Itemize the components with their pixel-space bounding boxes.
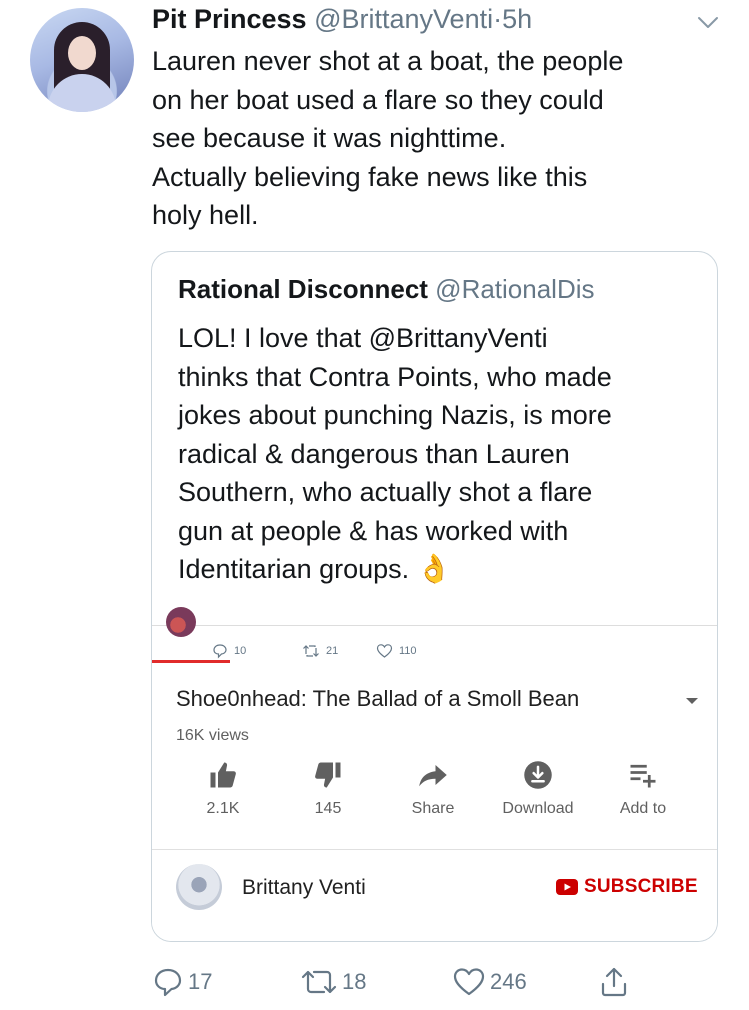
tweet-action-bar: 17 18 246 <box>0 966 749 1006</box>
mini-like-stat: 110 <box>376 643 417 659</box>
subscribe-label: SUBSCRIBE <box>584 876 698 897</box>
header-separator: · <box>493 4 503 34</box>
subscribe-button: SUBSCRIBE <box>556 876 698 898</box>
reply-count: 17 <box>188 969 213 994</box>
mini-heart-icon <box>376 644 393 658</box>
channel-name: Brittany Venti <box>242 876 366 899</box>
share-arrow-icon <box>419 765 447 787</box>
quoted-text: LOL! I love that @BrittanyVenti thinks t… <box>178 319 708 589</box>
thumbs-down-icon <box>315 762 341 788</box>
channel-avatar <box>176 864 222 910</box>
share-label: Share <box>411 800 455 817</box>
video-views: 16K views <box>176 727 249 744</box>
media-divider <box>152 625 717 626</box>
channel-divider <box>152 849 717 850</box>
mini-reply-icon <box>213 644 227 659</box>
mini-reply-count: 10 <box>234 645 247 657</box>
dislike-video-action: 145 <box>283 760 373 818</box>
tweet-time[interactable]: 5h <box>502 4 532 34</box>
add-to-playlist-action: Add to <box>598 760 688 818</box>
download-label: Download <box>502 800 574 817</box>
retweet-icon <box>301 970 337 994</box>
expand-description-icon <box>686 698 698 704</box>
youtube-logo-icon <box>556 879 578 895</box>
quoted-header: Rational Disconnect @RationalDis <box>178 274 595 305</box>
author-avatar[interactable] <box>30 8 134 112</box>
add-to-label: Add to <box>619 800 667 817</box>
cropped-avatar <box>166 607 196 637</box>
share-button[interactable] <box>598 966 630 998</box>
author-name[interactable]: Pit Princess <box>152 4 307 34</box>
thumbs-up-icon <box>210 762 236 788</box>
mini-retweet-icon <box>303 645 319 657</box>
author-handle[interactable]: @BrittanyVenti <box>314 4 493 34</box>
mini-like-count: 110 <box>399 645 417 657</box>
quoted-text-body: LOL! I love that @BrittanyVenti thinks t… <box>178 323 612 584</box>
like-count: 246 <box>490 969 527 994</box>
like-button[interactable]: 246 <box>452 966 527 998</box>
reply-button[interactable]: 17 <box>152 966 212 998</box>
mini-reply-stat: 10 <box>212 643 246 659</box>
dislike-count: 145 <box>314 800 342 817</box>
share-icon <box>601 967 627 997</box>
mini-retweet-stat: 21 <box>302 643 338 659</box>
quoted-author-name: Rational Disconnect <box>178 274 428 304</box>
like-video-action: 2.1K <box>178 760 268 818</box>
retweet-button[interactable]: 18 <box>300 966 366 998</box>
video-progress-bar <box>152 660 230 663</box>
tweet-text: Lauren never shot at a boat, the people … <box>152 46 624 230</box>
mini-retweet-count: 21 <box>326 645 339 657</box>
heart-icon <box>453 968 485 996</box>
quoted-tweet[interactable]: Rational Disconnect @RationalDis LOL! I … <box>151 251 718 942</box>
like-count: 2.1K <box>206 800 240 817</box>
playlist-add-icon <box>630 764 656 788</box>
download-video-action: Download <box>493 760 583 818</box>
retweet-count: 18 <box>342 969 367 994</box>
share-video-action: Share <box>388 760 478 818</box>
ok-hand-emoji: 👌 <box>416 553 452 584</box>
chevron-down-icon[interactable] <box>694 8 722 36</box>
quoted-author-handle: @RationalDis <box>435 274 595 304</box>
tweet-header: Pit Princess @BrittanyVenti·5h <box>152 4 532 35</box>
reply-icon <box>154 968 182 997</box>
video-title: Shoe0nhead: The Ballad of a Smoll Bean <box>176 686 580 711</box>
download-icon <box>524 761 552 789</box>
